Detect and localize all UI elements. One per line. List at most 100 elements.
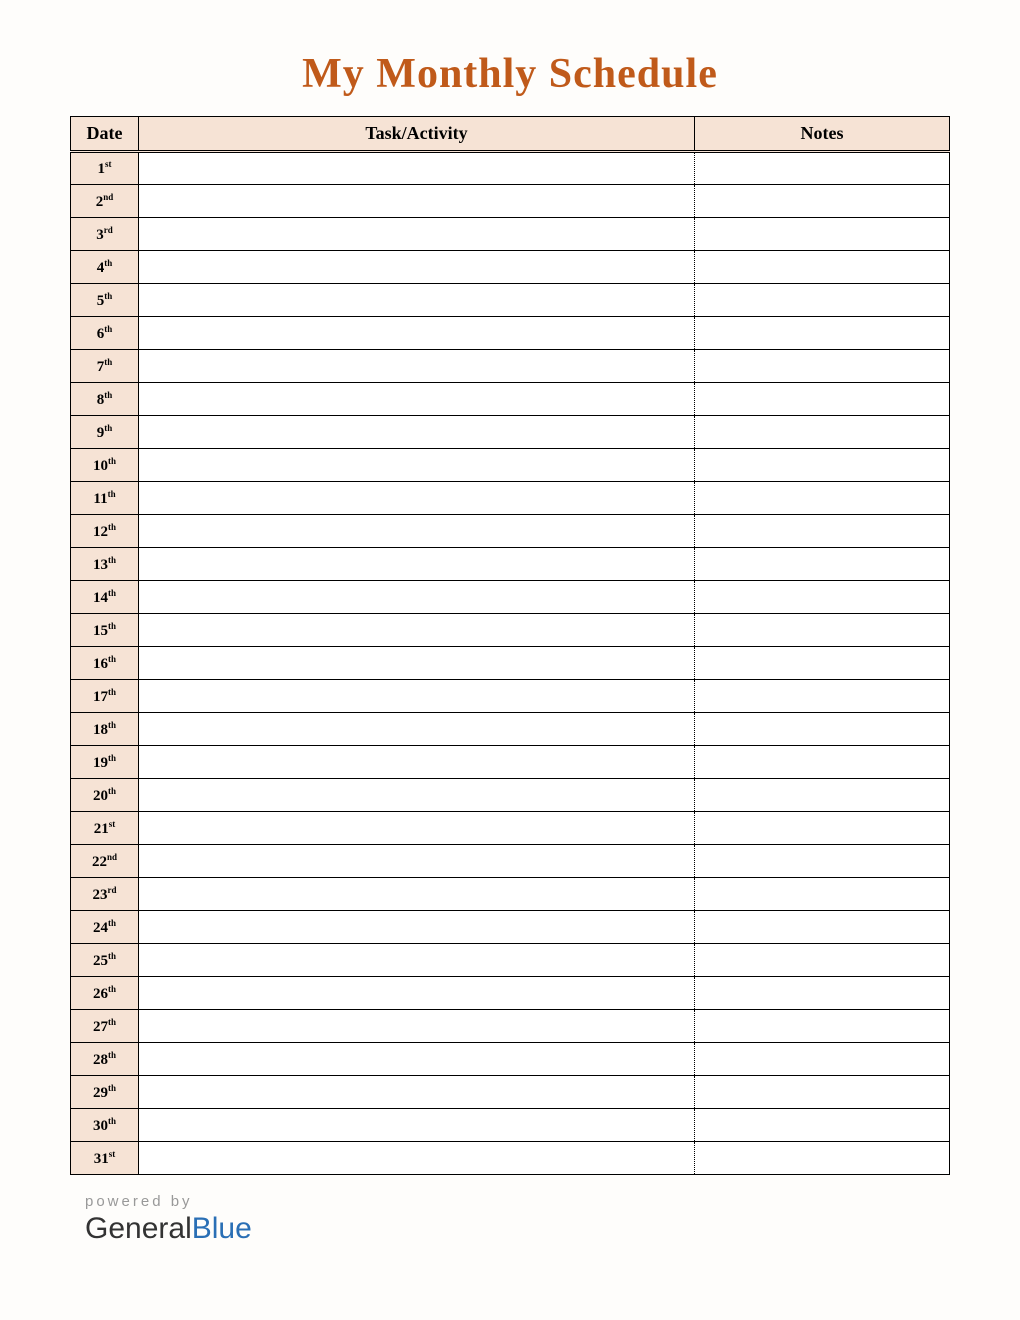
task-cell[interactable] xyxy=(139,317,695,350)
notes-cell[interactable] xyxy=(695,812,950,845)
task-cell[interactable] xyxy=(139,977,695,1010)
task-cell[interactable] xyxy=(139,251,695,284)
notes-cell[interactable] xyxy=(695,284,950,317)
task-cell[interactable] xyxy=(139,1142,695,1175)
notes-cell[interactable] xyxy=(695,977,950,1010)
task-cell[interactable] xyxy=(139,779,695,812)
task-cell[interactable] xyxy=(139,1109,695,1142)
page-title: My Monthly Schedule xyxy=(70,50,950,98)
task-cell[interactable] xyxy=(139,944,695,977)
task-cell[interactable] xyxy=(139,449,695,482)
task-cell[interactable] xyxy=(139,647,695,680)
date-cell: 25th xyxy=(71,944,139,977)
notes-cell[interactable] xyxy=(695,647,950,680)
day-suffix: th xyxy=(108,1050,116,1060)
day-number: 30 xyxy=(93,1118,108,1134)
table-row: 16th xyxy=(71,647,950,680)
table-row: 28th xyxy=(71,1043,950,1076)
table-row: 2nd xyxy=(71,185,950,218)
day-number: 17 xyxy=(93,689,108,705)
date-cell: 27th xyxy=(71,1010,139,1043)
task-cell[interactable] xyxy=(139,1076,695,1109)
day-suffix: th xyxy=(108,720,116,730)
date-cell: 13th xyxy=(71,548,139,581)
task-cell[interactable] xyxy=(139,284,695,317)
task-cell[interactable] xyxy=(139,1043,695,1076)
day-number: 27 xyxy=(93,1019,108,1035)
table-row: 20th xyxy=(71,779,950,812)
notes-cell[interactable] xyxy=(695,185,950,218)
day-number: 20 xyxy=(93,788,108,804)
task-cell[interactable] xyxy=(139,152,695,185)
date-cell: 20th xyxy=(71,779,139,812)
table-row: 4th xyxy=(71,251,950,284)
table-row: 24th xyxy=(71,911,950,944)
notes-cell[interactable] xyxy=(695,350,950,383)
task-cell[interactable] xyxy=(139,416,695,449)
task-cell[interactable] xyxy=(139,746,695,779)
notes-cell[interactable] xyxy=(695,1010,950,1043)
notes-cell[interactable] xyxy=(695,614,950,647)
notes-cell[interactable] xyxy=(695,713,950,746)
notes-cell[interactable] xyxy=(695,416,950,449)
notes-cell[interactable] xyxy=(695,779,950,812)
day-suffix: th xyxy=(108,456,116,466)
task-cell[interactable] xyxy=(139,614,695,647)
day-number: 13 xyxy=(93,557,108,573)
task-cell[interactable] xyxy=(139,383,695,416)
date-cell: 30th xyxy=(71,1109,139,1142)
task-cell[interactable] xyxy=(139,1010,695,1043)
notes-cell[interactable] xyxy=(695,1142,950,1175)
header-notes: Notes xyxy=(695,117,950,152)
notes-cell[interactable] xyxy=(695,911,950,944)
task-cell[interactable] xyxy=(139,218,695,251)
task-cell[interactable] xyxy=(139,185,695,218)
notes-cell[interactable] xyxy=(695,581,950,614)
header-date: Date xyxy=(71,117,139,152)
date-cell: 29th xyxy=(71,1076,139,1109)
day-number: 19 xyxy=(93,755,108,771)
notes-cell[interactable] xyxy=(695,746,950,779)
task-cell[interactable] xyxy=(139,515,695,548)
table-row: 8th xyxy=(71,383,950,416)
day-number: 25 xyxy=(93,953,108,969)
notes-cell[interactable] xyxy=(695,152,950,185)
notes-cell[interactable] xyxy=(695,251,950,284)
notes-cell[interactable] xyxy=(695,515,950,548)
notes-cell[interactable] xyxy=(695,680,950,713)
day-suffix: th xyxy=(108,621,116,631)
header-task: Task/Activity xyxy=(139,117,695,152)
notes-cell[interactable] xyxy=(695,1076,950,1109)
date-cell: 5th xyxy=(71,284,139,317)
notes-cell[interactable] xyxy=(695,383,950,416)
notes-cell[interactable] xyxy=(695,1043,950,1076)
task-cell[interactable] xyxy=(139,548,695,581)
task-cell[interactable] xyxy=(139,581,695,614)
date-cell: 26th xyxy=(71,977,139,1010)
date-cell: 23rd xyxy=(71,878,139,911)
task-cell[interactable] xyxy=(139,878,695,911)
task-cell[interactable] xyxy=(139,845,695,878)
notes-cell[interactable] xyxy=(695,548,950,581)
notes-cell[interactable] xyxy=(695,449,950,482)
notes-cell[interactable] xyxy=(695,218,950,251)
task-cell[interactable] xyxy=(139,713,695,746)
notes-cell[interactable] xyxy=(695,845,950,878)
date-cell: 22nd xyxy=(71,845,139,878)
day-suffix: th xyxy=(108,918,116,928)
task-cell[interactable] xyxy=(139,350,695,383)
notes-cell[interactable] xyxy=(695,878,950,911)
task-cell[interactable] xyxy=(139,812,695,845)
date-cell: 19th xyxy=(71,746,139,779)
day-suffix: rd xyxy=(104,225,113,235)
table-row: 1st xyxy=(71,152,950,185)
notes-cell[interactable] xyxy=(695,317,950,350)
task-cell[interactable] xyxy=(139,680,695,713)
task-cell[interactable] xyxy=(139,911,695,944)
task-cell[interactable] xyxy=(139,482,695,515)
notes-cell[interactable] xyxy=(695,482,950,515)
date-cell: 10th xyxy=(71,449,139,482)
notes-cell[interactable] xyxy=(695,944,950,977)
notes-cell[interactable] xyxy=(695,1109,950,1142)
day-suffix: st xyxy=(109,1149,116,1159)
